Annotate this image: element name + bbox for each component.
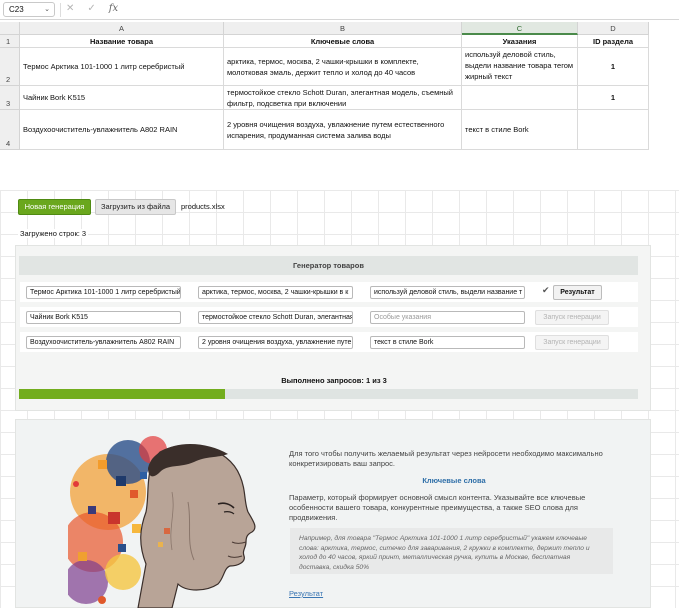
face-profile [137, 443, 256, 608]
column-header-a[interactable]: A [20, 22, 224, 35]
keywords-input[interactable]: термостойкое стекло Schott Duran, элеган… [198, 311, 353, 324]
cell-b1[interactable]: Ключевые слова [224, 35, 462, 48]
row-header-3[interactable]: 3 [0, 86, 20, 110]
info-paragraph: Параметр, который формирует основной смы… [289, 493, 586, 522]
profile-illustration [68, 436, 256, 608]
keywords-input[interactable]: 2 уровня очищения воздуха, увлажнение пу… [198, 336, 353, 349]
cell-b4[interactable]: 2 уровня очищения воздуха, увлажнение пу… [224, 110, 462, 150]
generator-row: Воздухоочиститель-увлажнитель A802 RAIN … [20, 332, 638, 352]
cell-text: Термос Арктика 101-1000 1 литр серебрист… [23, 62, 185, 71]
loaded-rows-status: Загружено строк: 3 [18, 229, 89, 238]
progress-bar [19, 389, 638, 399]
chevron-down-icon[interactable]: ⌄ [44, 5, 50, 13]
cell-d3[interactable]: 1 [578, 86, 649, 110]
formula-bar-divider [60, 3, 61, 17]
cell-b3[interactable]: термостойкое стекло Schott Duran, элеган… [224, 86, 462, 110]
cell-text: 1 [610, 62, 616, 71]
column-header-d[interactable]: D [578, 22, 649, 35]
column-header-b[interactable]: B [224, 22, 462, 35]
info-content: Для того чтобы получить желаемый результ… [289, 449, 619, 598]
instructions-input[interactable]: текст в стиле Bork [370, 336, 525, 349]
keywords-input[interactable]: арктика, термос, москва, 2 чашки-крышки … [198, 286, 353, 299]
row-header-4[interactable]: 4 [0, 110, 20, 150]
cell-text: Чайник Bork K515 [23, 93, 86, 102]
progress-bar-fill [19, 389, 226, 399]
cell-c4[interactable]: текст в стиле Bork [462, 110, 578, 150]
confirm-icon[interactable]: ✓ [87, 3, 95, 14]
row-header-2[interactable]: 2 [0, 48, 20, 86]
cell-a1[interactable]: Название товара [20, 35, 224, 48]
cell-text: 1 [610, 93, 616, 102]
cell-d1[interactable]: ID раздела [578, 35, 649, 48]
cell-a4[interactable]: Воздухоочиститель-увлажнитель A802 RAIN [20, 110, 224, 150]
function-icon[interactable]: fx [109, 3, 118, 14]
progress-label: Выполнено запросов: 1 из 3 [281, 376, 387, 385]
formula-bar-icons: ✕ ✓ fx [66, 3, 118, 14]
cell-reference: C23 [9, 5, 24, 14]
info-example: Например, для товара "Термос Арктика 101… [290, 528, 613, 574]
start-generation-button[interactable]: Запуск генерации [535, 335, 609, 350]
cell-text: Воздухоочиститель-увлажнитель A802 RAIN [23, 125, 178, 134]
cell-text: текст в стиле Bork [465, 125, 529, 134]
generator-row: Чайник Bork K515 термостойкое стекло Sch… [20, 307, 638, 327]
name-box[interactable]: C23 ⌄ [3, 2, 55, 17]
cell-text: арктика, термос, москва, 2 чашки-крышки … [227, 56, 419, 77]
cell-a3[interactable]: Чайник Bork K515 [20, 86, 224, 110]
cancel-icon[interactable]: ✕ [66, 3, 74, 14]
cell-c3[interactable] [462, 86, 578, 110]
product-name-input[interactable]: Термос Арктика 101-1000 1 литр серебрист… [26, 286, 181, 299]
select-all-corner[interactable] [0, 22, 20, 35]
result-link[interactable]: Результат [289, 589, 323, 599]
cell-c2[interactable]: используй деловой стиль, выдели название… [462, 48, 578, 86]
info-intro: Для того чтобы получить желаемый результ… [289, 449, 603, 468]
generator-panel: Генератор товаров Термос Арктика 101-100… [15, 245, 651, 411]
cell-b2[interactable]: арктика, термос, москва, 2 чашки-крышки … [224, 48, 462, 86]
instructions-input[interactable]: используй деловой стиль, выдели название… [370, 286, 525, 299]
cell-c1[interactable]: Указания [462, 35, 578, 48]
start-generation-button[interactable]: Запуск генерации [535, 310, 609, 325]
cell-text: 2 уровня очищения воздуха, увлажнение пу… [227, 119, 445, 140]
formula-bar: C23 ⌄ ✕ ✓ fx [0, 0, 679, 20]
product-name-input[interactable]: Воздухоочиститель-увлажнитель A802 RAIN [26, 336, 181, 349]
instructions-input[interactable]: Особые указания [370, 311, 525, 324]
cell-d2[interactable]: 1 [578, 48, 649, 86]
generator-row: Термос Арктика 101-1000 1 литр серебрист… [20, 282, 638, 302]
cell-d4[interactable] [578, 110, 649, 150]
product-name-input[interactable]: Чайник Bork K515 [26, 311, 181, 324]
load-file-button[interactable]: Загрузить из файла [95, 199, 176, 215]
cell-a2[interactable]: Термос Арктика 101-1000 1 литр серебрист… [20, 48, 224, 86]
result-button[interactable]: Результат [553, 285, 602, 300]
row-header-1[interactable]: 1 [0, 35, 20, 48]
new-generation-button[interactable]: Новая генерация [18, 199, 91, 215]
checkmark-icon: ✔ [542, 285, 550, 295]
generator-title: Генератор товаров [19, 256, 638, 275]
column-header-c[interactable]: C [462, 22, 578, 35]
file-name: products.xlsx [181, 202, 225, 211]
info-subtitle: Ключевые слова [422, 476, 486, 485]
